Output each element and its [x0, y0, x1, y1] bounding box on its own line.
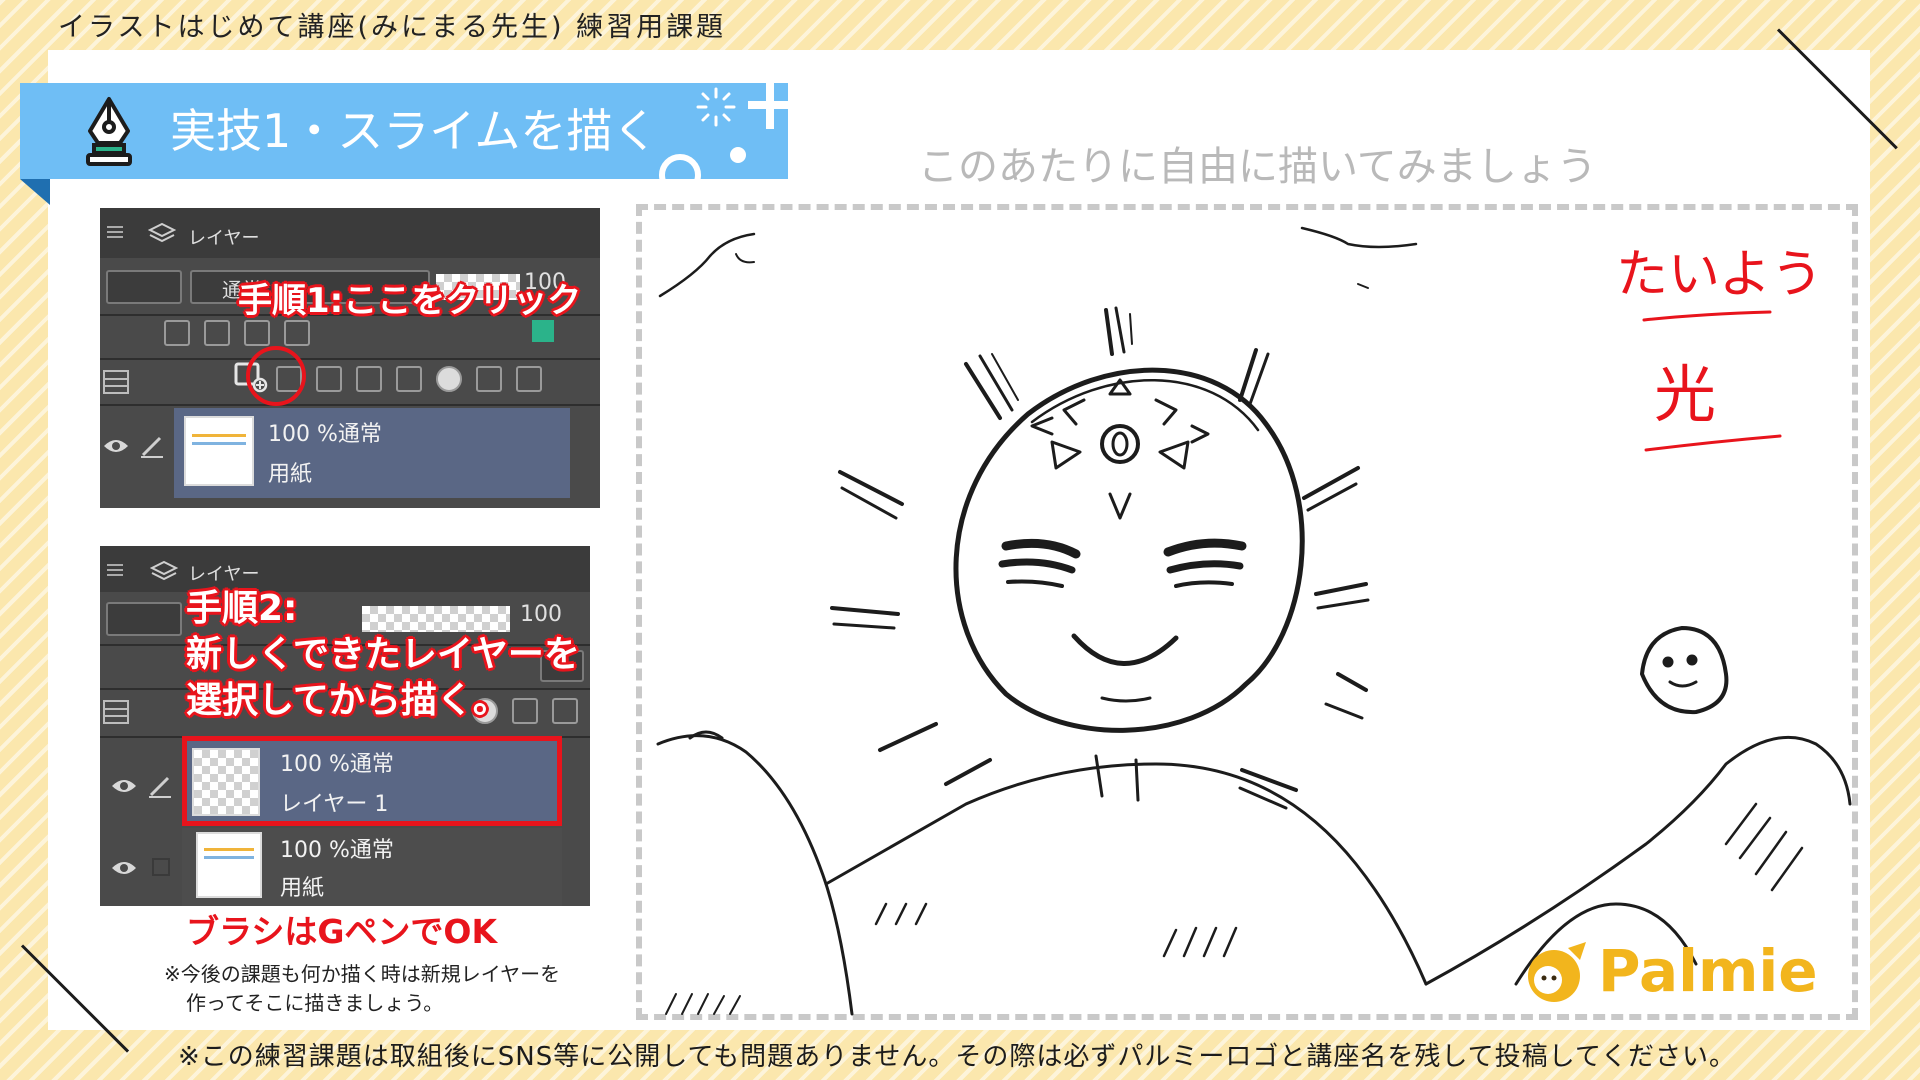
- mask-icon[interactable]: [436, 366, 462, 392]
- menu-icon[interactable]: [106, 224, 124, 240]
- color-mode-dropdown[interactable]: [106, 602, 182, 636]
- eye-icon[interactable]: [110, 858, 138, 878]
- layer-note-line: ※今後の課題も何か描く時は新規レイヤーを: [164, 962, 561, 986]
- drawing-hint: このあたりに自由に描いてみましょう: [918, 144, 1597, 190]
- layer-panel-step1: レイヤー 通常 100 100 %通常 用紙: [100, 208, 600, 508]
- layer-name: 用紙: [268, 462, 313, 487]
- step2-callout-line: 手順2:: [186, 588, 298, 629]
- menu-icon[interactable]: [106, 562, 124, 578]
- pen-nib-icon: [86, 97, 132, 166]
- layer-property-icon[interactable]: [102, 368, 130, 396]
- highlight-circle-new-layer: [246, 346, 306, 406]
- layer-thumbnail: [184, 416, 254, 486]
- banner-fold: [20, 179, 50, 205]
- pencil-icon[interactable]: [148, 774, 172, 798]
- handwritten-word: たいよう: [1616, 245, 1823, 305]
- merge-down-icon[interactable]: [356, 366, 382, 392]
- highlight-rect-new-layer: [182, 736, 562, 826]
- layer-tab-label[interactable]: レイヤー: [188, 560, 259, 586]
- banner-title: 実技1・スライムを描く: [170, 104, 659, 158]
- palmie-logo-text: Palmie: [1598, 937, 1818, 1005]
- palmie-mascot-icon: [1528, 942, 1586, 1002]
- layer-copy-icon[interactable]: [476, 366, 502, 392]
- layer-thumbnail: [196, 832, 262, 898]
- layer-property-icon[interactable]: [102, 698, 130, 726]
- handwritten-note: たいよう 光: [1616, 245, 1823, 452]
- layer-opacity-mode: 100 %通常: [268, 422, 382, 447]
- trash-icon[interactable]: [516, 366, 542, 392]
- step1-callout: 手順1:ここをクリック: [238, 281, 582, 321]
- transfer-layer-icon[interactable]: [396, 366, 422, 392]
- layer-row-paper[interactable]: 100 %通常 用紙: [182, 828, 562, 906]
- palmie-logo: Palmie: [1520, 932, 1840, 1012]
- layers-icon: [150, 560, 178, 581]
- layers-icon: [148, 222, 176, 243]
- eye-icon[interactable]: [102, 436, 130, 456]
- layer-note: ※今後の課題も何か描く時は新規レイヤーを 作ってそこに描きましょう。: [164, 960, 560, 1018]
- banner-decoration: [659, 83, 788, 179]
- new-folder-icon[interactable]: [316, 366, 342, 392]
- edit-checkbox[interactable]: [152, 858, 170, 876]
- layer-name: 用紙: [280, 876, 325, 901]
- pencil-icon[interactable]: [140, 434, 164, 458]
- color-mode-dropdown[interactable]: [106, 270, 182, 304]
- layer-tab-label[interactable]: レイヤー: [188, 224, 259, 250]
- layer-note-line: 作ってそこに描きましょう。: [186, 991, 444, 1015]
- title-banner: 実技1・スライムを描く: [20, 83, 788, 179]
- step2-callout: 手順2: 新しくできたレイヤーを 選択してから描く。: [186, 586, 580, 724]
- brush-note: ブラシはGペンでOK: [186, 912, 498, 951]
- layer-row-paper[interactable]: 100 %通常 用紙: [174, 408, 570, 498]
- step2-callout-line: 選択してから描く。: [186, 680, 509, 721]
- footer-notice: ※この練習課題は取組後にSNS等に公開しても問題ありません。その際は必ずパルミー…: [178, 1042, 1737, 1072]
- step2-callout-line: 新しくできたレイヤーを: [186, 634, 580, 675]
- lock-transparency-icon[interactable]: [164, 320, 190, 346]
- handwritten-word: 光: [1654, 358, 1716, 431]
- layer-opacity-mode: 100 %通常: [280, 838, 394, 863]
- eye-icon[interactable]: [110, 776, 138, 796]
- reference-layer-icon[interactable]: [204, 320, 230, 346]
- course-title: イラストはじめて講座(みにまる先生) 練習用課題: [58, 12, 727, 43]
